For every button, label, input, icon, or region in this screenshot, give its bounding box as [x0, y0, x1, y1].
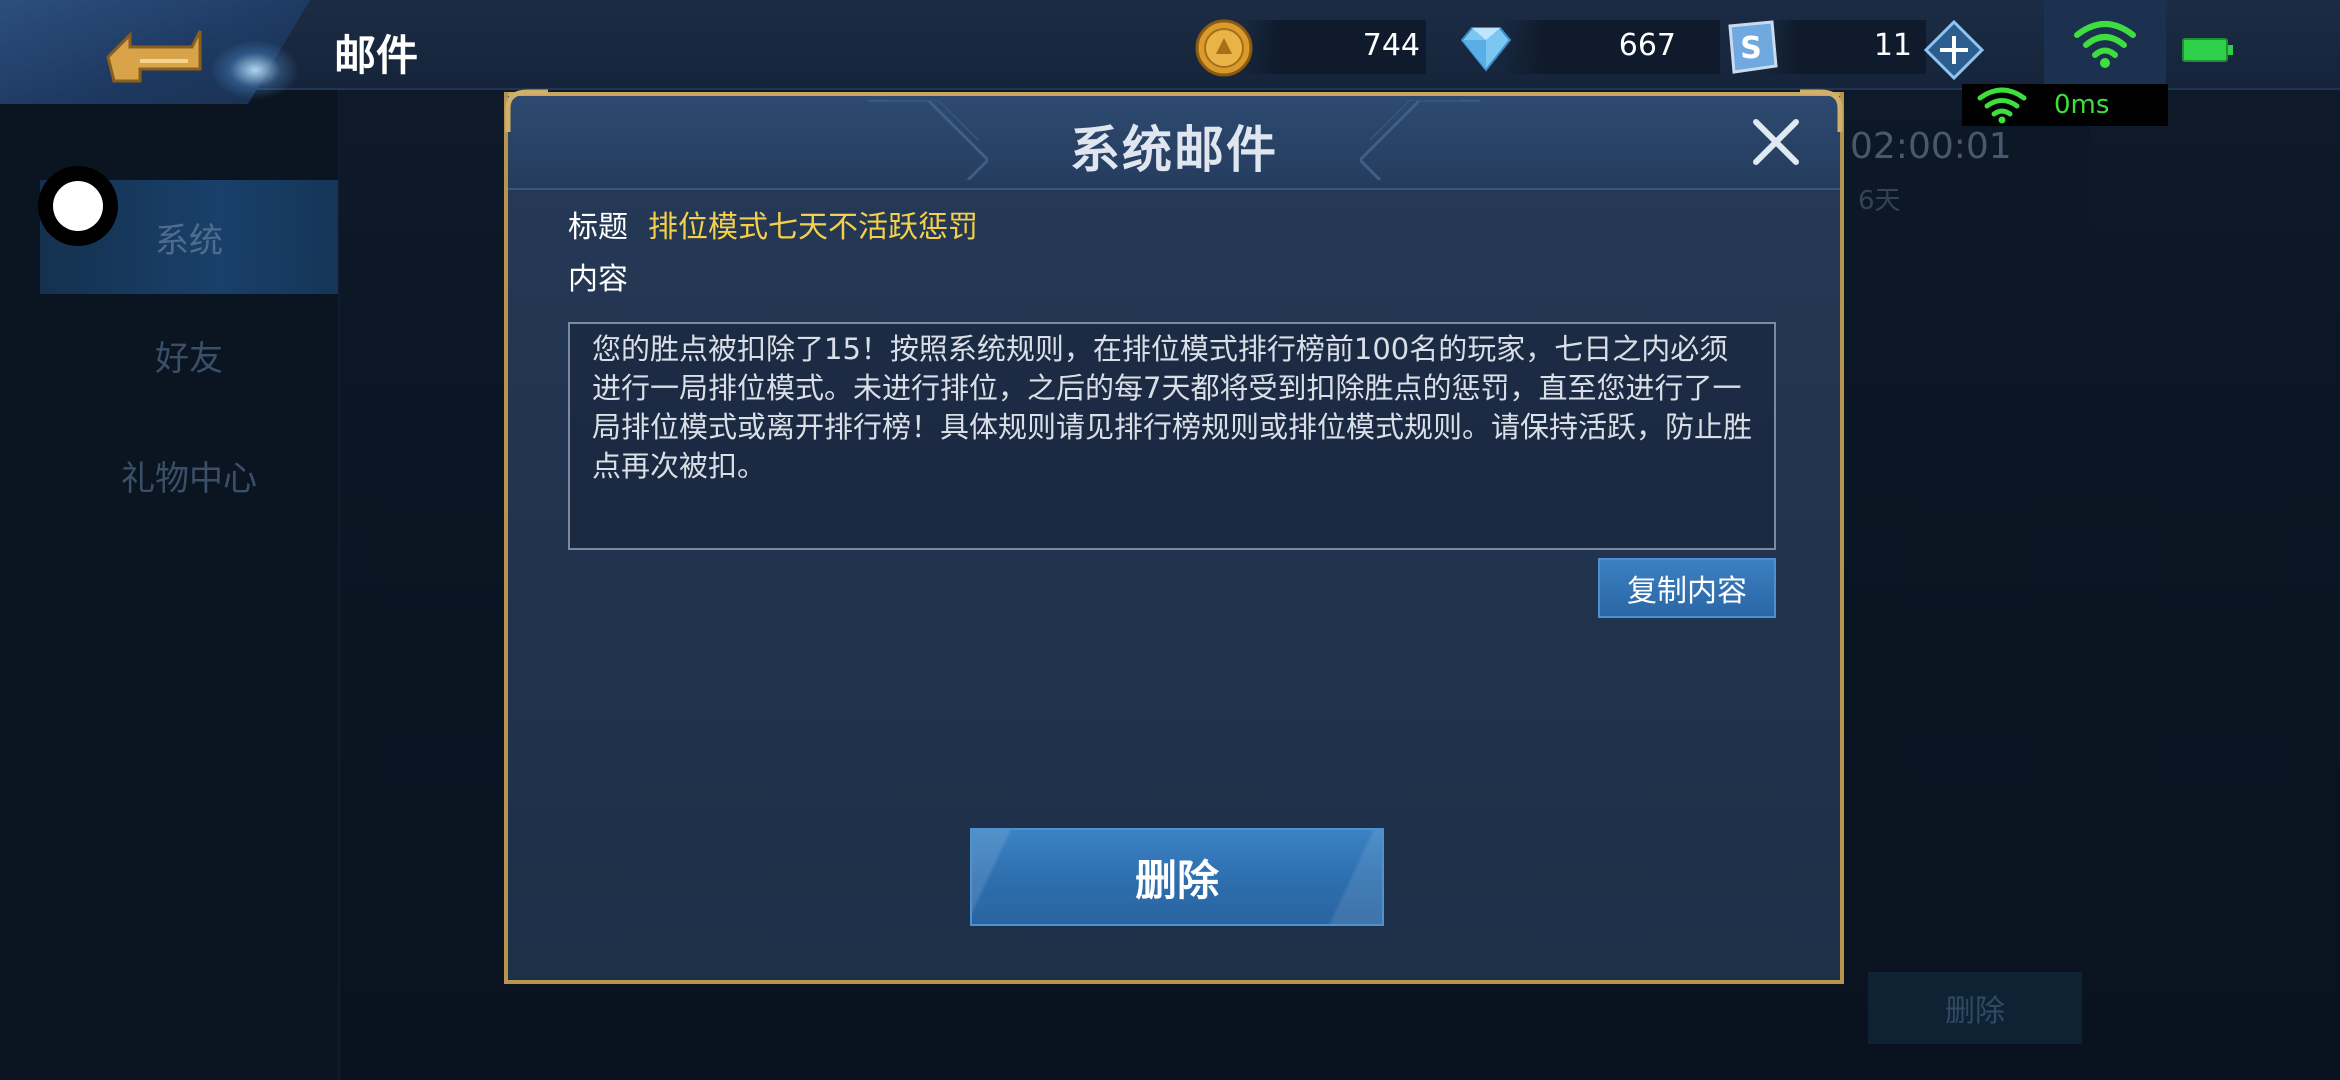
delete-button[interactable]: 删除 [970, 828, 1384, 926]
copy-content-label: 复制内容 [1627, 574, 1747, 609]
svg-text:S: S [1740, 31, 1762, 66]
add-currency-icon[interactable] [1924, 20, 1984, 80]
sidebar-item-friends[interactable]: 好友 [40, 298, 338, 412]
dialog-header: 系统邮件 [508, 92, 1840, 190]
diamond-value: 667 [1618, 28, 1676, 63]
page-title: 邮件 [334, 31, 419, 80]
delete-button-label: 删除 [1134, 855, 1219, 905]
content-label: 内容 [568, 262, 628, 297]
gold-coin-value: 744 [1362, 28, 1420, 63]
wifi-status [2044, 0, 2166, 88]
back-button-glow [210, 40, 300, 100]
dialog-corner-left [505, 89, 548, 132]
sidebar-item-label: 礼物中心 [121, 458, 257, 499]
back-arrow-icon [106, 30, 202, 83]
mail-days-left: 6天 [1858, 186, 1901, 216]
close-icon[interactable] [1748, 114, 1804, 170]
gold-coin-icon [1195, 19, 1253, 77]
voucher-icon: S [1728, 20, 1778, 74]
copy-content-button[interactable]: 复制内容 [1598, 558, 1776, 618]
ping-wifi-icon [1977, 87, 2027, 124]
dialog-title: 系统邮件 [1070, 121, 1278, 179]
ping-value: 0ms [2054, 90, 2110, 120]
voucher-value: 11 [1873, 28, 1912, 63]
ping-indicator: 0ms [1962, 84, 2168, 126]
dialog-corner-right [1800, 89, 1843, 132]
sidebar-item-gift-center[interactable]: 礼物中心 [40, 418, 338, 532]
floating-assist-ball[interactable] [38, 166, 118, 246]
wifi-icon [2074, 21, 2136, 68]
system-mail-dialog: 系统邮件 标题 排位模式七天不活跃惩罚 内容 您的胜点被扣除了15！按照系统规则… [504, 89, 1844, 984]
mail-sidebar: 系统 好友 礼物中心 [0, 90, 340, 1080]
background-delete-button[interactable]: 删除 [1868, 972, 2082, 1044]
diamond-icon [1460, 27, 1512, 72]
mail-expiry-timer: 02:00:01 [1850, 126, 2012, 167]
assist-ball-dot [53, 181, 103, 231]
battery-icon [2182, 38, 2233, 62]
subject-label: 标题 [568, 210, 628, 245]
sidebar-item-label: 系统 [155, 220, 223, 261]
mail-content-box[interactable]: 您的胜点被扣除了15！按照系统规则，在排位模式排行榜前100名的玩家，七日之内必… [568, 322, 1776, 550]
mail-subject: 排位模式七天不活跃惩罚 [648, 210, 978, 245]
sidebar-item-label: 好友 [155, 338, 223, 379]
